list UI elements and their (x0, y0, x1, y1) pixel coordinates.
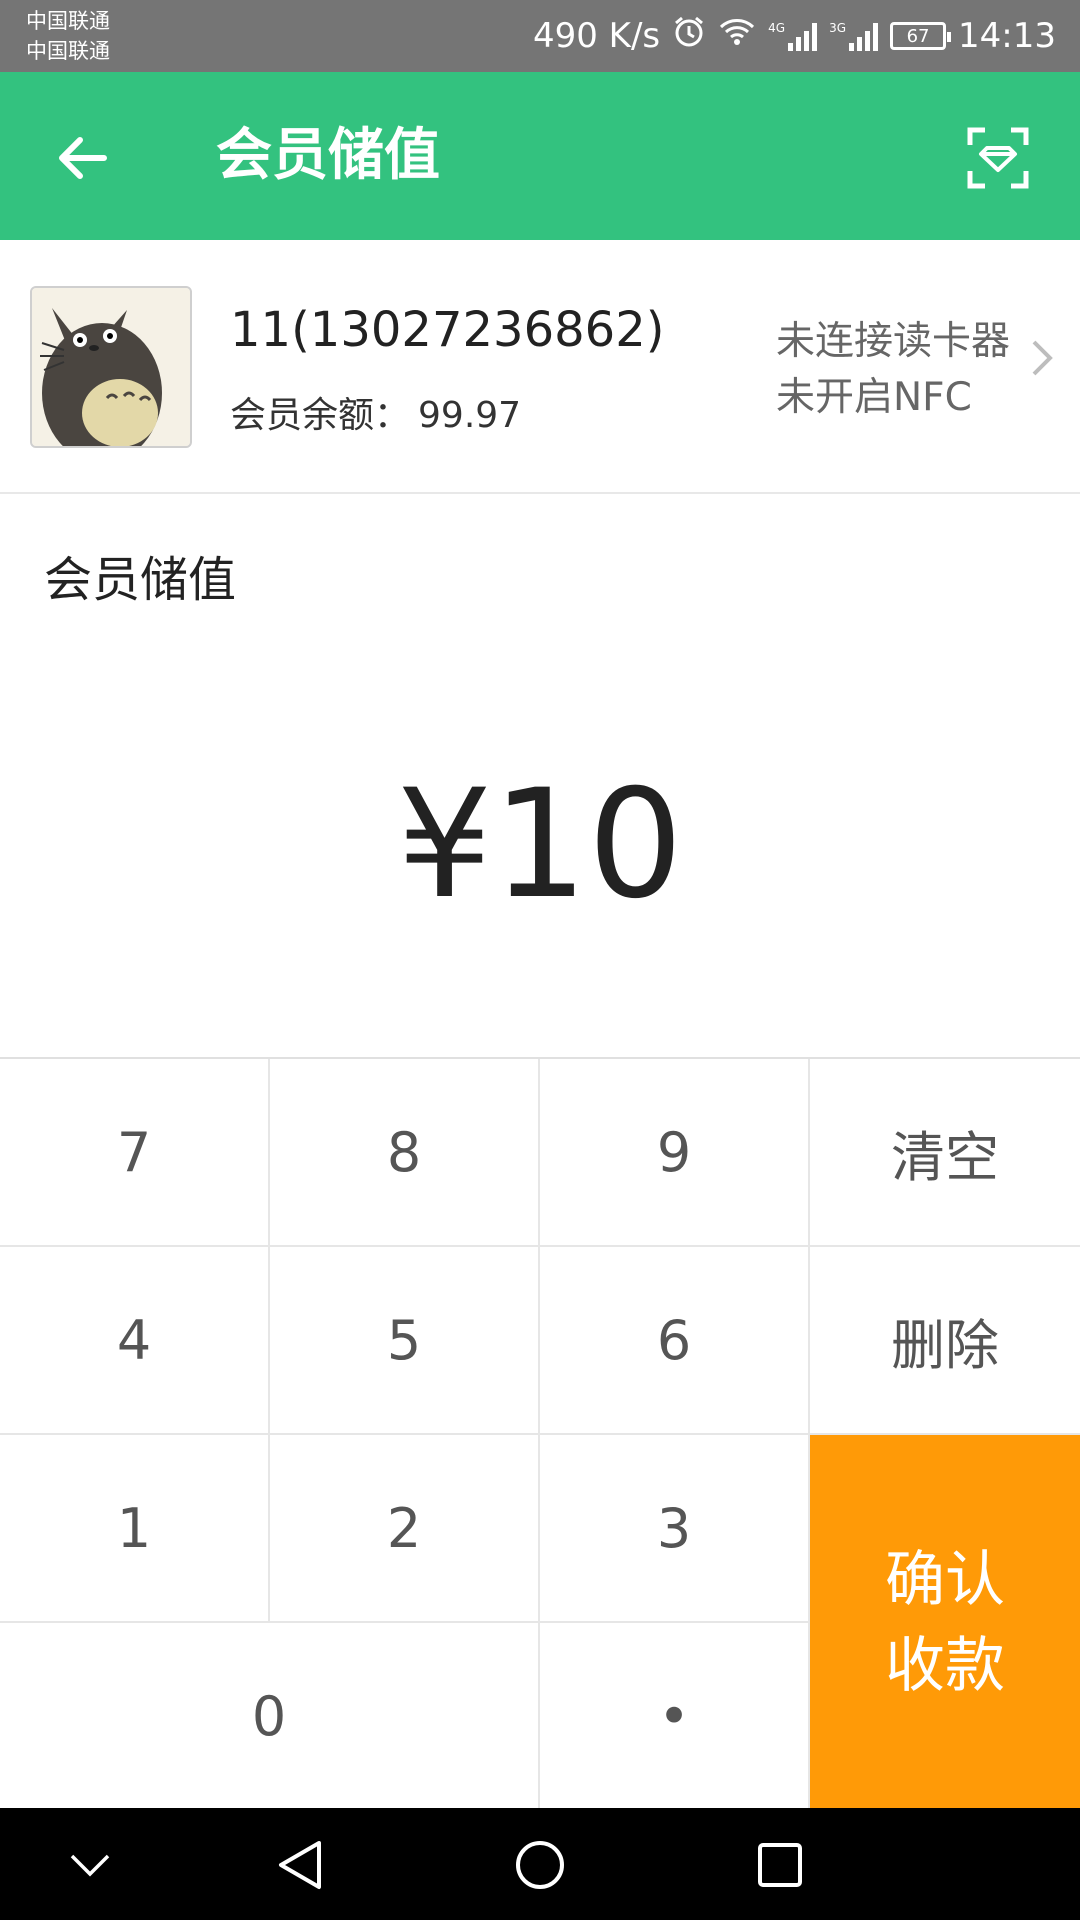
confirm-payment-button[interactable]: 确认 收款 (810, 1435, 1080, 1810)
circle-home-icon (516, 1841, 564, 1889)
alarm-icon (672, 15, 706, 58)
avatar-image (32, 288, 190, 446)
amount-display: ¥10 (396, 758, 684, 932)
key-6[interactable]: 6 (540, 1247, 810, 1435)
key-5[interactable]: 5 (270, 1247, 540, 1435)
scan-card-icon (967, 127, 1029, 189)
section-label: 会员储值 (44, 552, 237, 608)
status-icons: 490 K/s 4G 3G 67 14:13 (533, 0, 1056, 72)
avatar (30, 286, 192, 448)
network-speed: 490 K/s (532, 16, 661, 56)
member-info-row[interactable]: 11(13027236862) 会员余额： 99.97 未连接读卡器 未开启NFC (0, 240, 1080, 494)
card-reader-status: 未连接读卡器 未开启NFC (776, 314, 1010, 426)
nav-recents-button[interactable] (745, 1830, 815, 1900)
battery-level: 67 (906, 25, 930, 47)
signal-3g-icon: 3G (829, 21, 879, 51)
reader-status-text: 未连接读卡器 (775, 319, 1010, 364)
key-1[interactable]: 1 (0, 1435, 270, 1623)
signal-4g-icon: 4G (768, 21, 818, 51)
key-8[interactable]: 8 (270, 1059, 540, 1247)
page-title: 会员储值 (216, 123, 440, 188)
key-0[interactable]: 0 (0, 1623, 540, 1810)
scan-card-button[interactable] (956, 116, 1040, 200)
system-nav-bar (0, 1808, 1080, 1920)
confirm-label-line2: 收款 (885, 1630, 1005, 1701)
wifi-icon (718, 16, 756, 56)
nav-back-button[interactable] (265, 1830, 335, 1900)
key-7[interactable]: 7 (0, 1059, 270, 1247)
balance-value: 99.97 (418, 395, 522, 436)
keypad: 7 8 9 清空 4 5 6 删除 1 2 3 0 • 确认 收款 (0, 1057, 1080, 1810)
delete-button[interactable]: 删除 (810, 1247, 1080, 1435)
net-3g-label: 3G (829, 21, 847, 35)
chevron-right-icon (1032, 340, 1053, 376)
key-3[interactable]: 3 (540, 1435, 810, 1623)
key-4[interactable]: 4 (0, 1247, 270, 1435)
confirm-label-line1: 确认 (885, 1544, 1005, 1615)
carrier-info: 中国联通 中国联通 (26, 6, 110, 66)
key-9[interactable]: 9 (540, 1059, 810, 1247)
net-4g-label: 4G (768, 21, 786, 35)
arrow-left-icon (59, 137, 107, 179)
nfc-status-text: 未开启NFC (775, 375, 972, 420)
key-2[interactable]: 2 (270, 1435, 540, 1623)
carrier-1: 中国联通 (26, 9, 110, 33)
clear-button[interactable]: 清空 (810, 1059, 1080, 1247)
key-dot[interactable]: • (540, 1623, 810, 1810)
nav-home-button[interactable] (505, 1830, 575, 1900)
chevron-down-icon (70, 1854, 110, 1877)
member-name: 11(13027236862) (230, 302, 665, 358)
hide-keyboard-button[interactable] (55, 1830, 125, 1900)
app-bar: 会员储值 (0, 72, 1080, 240)
back-button[interactable] (40, 116, 124, 200)
clock: 14:13 (958, 16, 1056, 56)
status-bar: 中国联通 中国联通 490 K/s 4G 3G 67 14:13 (0, 0, 1080, 72)
member-balance: 会员余额： 99.97 (230, 386, 529, 438)
balance-label: 会员余额： (230, 395, 411, 436)
battery-icon: 67 (890, 22, 952, 50)
carrier-2: 中国联通 (26, 39, 110, 63)
triangle-back-icon (279, 1841, 321, 1889)
square-recents-icon (758, 1843, 802, 1887)
